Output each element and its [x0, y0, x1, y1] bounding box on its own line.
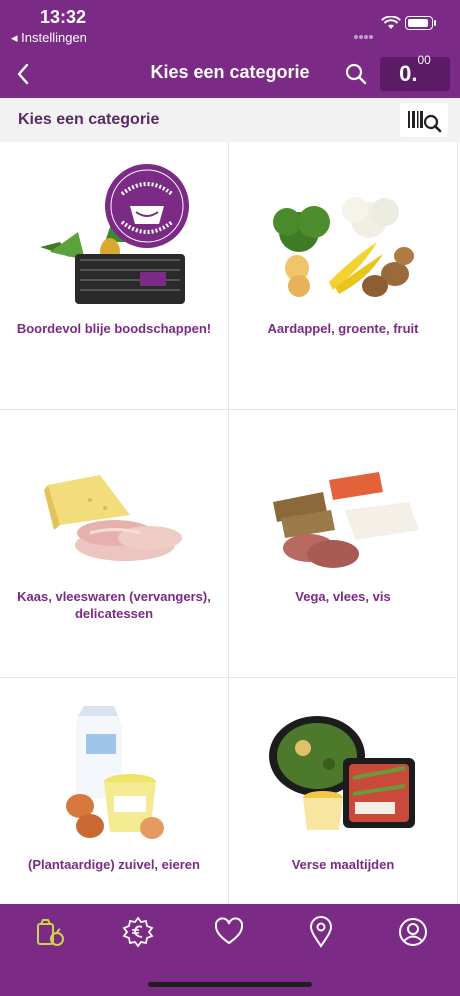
clock: 13:32 — [40, 7, 87, 27]
category-subheader: Kies een categorie — [0, 98, 460, 142]
category-label: Kaas, vleeswaren (vervangers), delicates… — [17, 589, 211, 621]
category-tile-kaas-vleeswaren[interactable]: Kaas, vleeswaren (vervangers), delicates… — [0, 410, 229, 678]
signal-icon — [354, 26, 376, 39]
home-indicator — [148, 982, 312, 987]
back-to-app-link[interactable]: ◂ Instellingen — [11, 30, 87, 46]
meat-fish-image — [273, 472, 419, 568]
category-label: (Plantaardige) zuivel, eieren — [28, 857, 200, 872]
cart-decimals: 00 — [417, 53, 431, 67]
cheese-meat-image — [44, 475, 182, 561]
search-icon[interactable] — [343, 61, 369, 87]
euro-offer-icon[interactable] — [122, 916, 154, 948]
battery-icon — [405, 16, 436, 30]
cart-amount: 0. — [399, 61, 418, 86]
heart-icon[interactable] — [213, 916, 245, 948]
category-grid: Boordevol blije boodschappen! Aardappel,… — [0, 142, 460, 946]
category-label: Boordevol blije boodschappen! — [16, 321, 212, 336]
barcode-search-icon — [408, 111, 442, 133]
category-tile-vega-vlees-vis[interactable]: Vega, vlees, vis — [229, 410, 458, 678]
fresh-meals-image — [269, 716, 415, 830]
status-bar: 13:32 ◂ Instellingen — [0, 0, 460, 50]
category-tile-boodschappen[interactable]: Boordevol blije boodschappen! — [0, 142, 229, 410]
vegetables-fruit-image — [273, 197, 414, 297]
tab-bar — [0, 904, 460, 996]
groceries-icon[interactable] — [34, 916, 66, 948]
wifi-icon — [381, 16, 401, 29]
category-tile-groente-fruit[interactable]: Aardappel, groente, fruit — [229, 142, 458, 410]
location-pin-icon[interactable] — [305, 916, 337, 948]
subheader-label: Kies een categorie — [18, 111, 160, 128]
category-label: Verse maaltijden — [291, 857, 395, 872]
navigation-bar: Kies een categorie 0.00 — [0, 50, 460, 98]
cart-total-button[interactable]: 0.00 — [380, 53, 450, 91]
category-label: Aardappel, groente, fruit — [267, 321, 419, 336]
account-icon[interactable] — [397, 916, 429, 948]
shopping-basket-image — [40, 164, 189, 304]
category-label: Vega, vlees, vis — [295, 589, 391, 604]
dairy-eggs-image — [66, 706, 164, 839]
barcode-scan-button[interactable] — [400, 103, 448, 137]
